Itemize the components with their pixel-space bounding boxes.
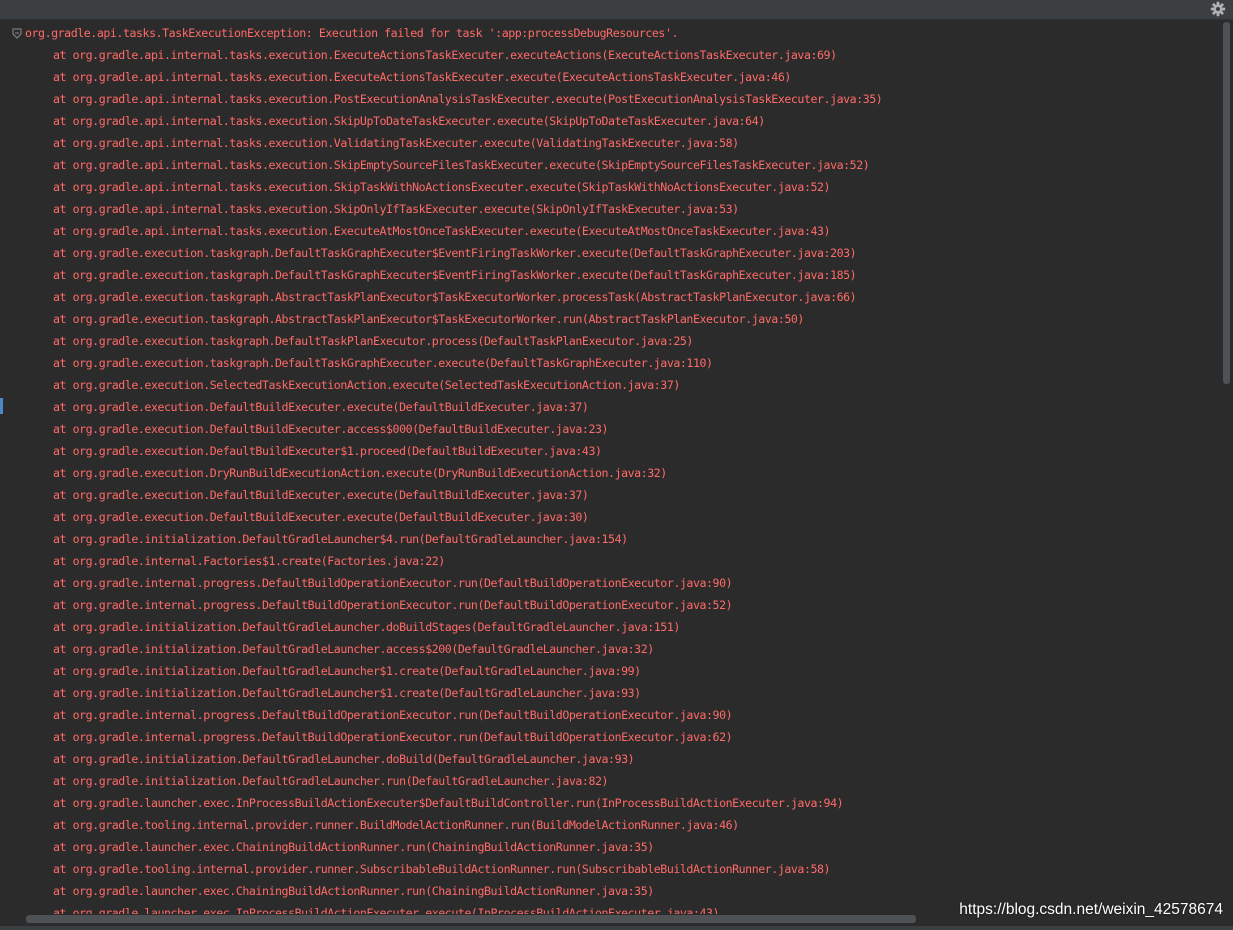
stack-trace-line[interactable]: at org.gradle.launcher.exec.InProcessBui… [53,792,844,814]
console-output[interactable]: org.gradle.api.tasks.TaskExecutionExcept… [10,20,1220,914]
ide-console-window: org.gradle.api.tasks.TaskExecutionExcept… [0,0,1233,930]
stack-trace-line[interactable]: at org.gradle.execution.DefaultBuildExec… [53,506,589,528]
horizontal-scrollbar-thumb[interactable] [26,915,916,923]
console-toolbar [0,0,1233,20]
exception-message-line: org.gradle.api.tasks.TaskExecutionExcept… [25,26,679,40]
stack-trace-line[interactable]: at org.gradle.api.internal.tasks.executi… [53,198,739,220]
editor-gutter [0,20,10,930]
settings-button[interactable] [1210,1,1226,17]
stack-trace-line[interactable]: at org.gradle.execution.taskgraph.Defaul… [53,330,693,352]
stack-trace-line[interactable]: at org.gradle.api.internal.tasks.executi… [53,220,831,242]
stack-trace-line[interactable]: at org.gradle.execution.DefaultBuildExec… [53,484,589,506]
stack-trace-line[interactable]: at org.gradle.execution.SelectedTaskExec… [53,374,680,396]
stack-trace-line[interactable]: at org.gradle.api.internal.tasks.executi… [53,88,883,110]
stack-trace-line[interactable]: at org.gradle.launcher.exec.ChainingBuil… [53,836,654,858]
stack-trace-line[interactable]: at org.gradle.internal.Factories$1.creat… [53,550,445,572]
stack-trace-line[interactable]: at org.gradle.initialization.DefaultGrad… [53,638,654,660]
stack-trace-line[interactable]: at org.gradle.api.internal.tasks.executi… [53,44,837,66]
stack-trace-line[interactable]: at org.gradle.api.internal.tasks.executi… [53,154,870,176]
stack-trace-line[interactable]: at org.gradle.initialization.DefaultGrad… [53,528,628,550]
fold-toggle-icon[interactable] [12,28,22,40]
stack-trace-line[interactable]: at org.gradle.execution.taskgraph.Defaul… [53,264,857,286]
stack-trace-line[interactable]: at org.gradle.api.internal.tasks.executi… [53,176,831,198]
stack-trace-line[interactable]: at org.gradle.execution.taskgraph.Abstra… [53,286,857,308]
stack-trace-line[interactable]: at org.gradle.execution.DefaultBuildExec… [53,440,602,462]
stack-trace-line[interactable]: at org.gradle.internal.progress.DefaultB… [53,704,733,726]
vertical-scrollbar-thumb[interactable] [1223,22,1230,384]
stack-trace-line[interactable]: at org.gradle.launcher.exec.ChainingBuil… [53,880,654,902]
bottom-border [0,926,1233,930]
stack-trace-line[interactable]: at org.gradle.api.internal.tasks.executi… [53,66,791,88]
stack-trace-line[interactable]: at org.gradle.initialization.DefaultGrad… [53,770,609,792]
gutter-line-marker [0,398,3,414]
stack-trace-line[interactable]: at org.gradle.execution.taskgraph.Defaul… [53,242,857,264]
stack-trace-line[interactable]: at org.gradle.initialization.DefaultGrad… [53,748,635,770]
stack-trace-line[interactable]: at org.gradle.initialization.DefaultGrad… [53,682,641,704]
stack-trace-line[interactable]: at org.gradle.execution.taskgraph.Defaul… [53,352,713,374]
stack-trace-line[interactable]: at org.gradle.internal.progress.DefaultB… [53,726,733,748]
stack-trace-line[interactable]: at org.gradle.initialization.DefaultGrad… [53,616,680,638]
stack-trace-line[interactable]: at org.gradle.execution.DefaultBuildExec… [53,418,609,440]
stack-trace-line[interactable]: at org.gradle.internal.progress.DefaultB… [53,594,733,616]
stack-trace-line[interactable]: at org.gradle.api.internal.tasks.executi… [53,132,739,154]
stack-trace-line[interactable]: at org.gradle.api.internal.tasks.executi… [53,110,765,132]
stack-trace-line[interactable]: at org.gradle.internal.progress.DefaultB… [53,572,733,594]
stack-trace-line[interactable]: at org.gradle.launcher.exec.InProcessBui… [53,902,720,914]
stack-trace-line[interactable]: at org.gradle.execution.taskgraph.Abstra… [53,308,804,330]
gear-icon [1210,1,1226,17]
stack-trace-line[interactable]: at org.gradle.tooling.internal.provider.… [53,814,739,836]
stack-trace-line[interactable]: at org.gradle.initialization.DefaultGrad… [53,660,641,682]
stack-trace-line[interactable]: at org.gradle.execution.DryRunBuildExecu… [53,462,667,484]
stack-trace-line[interactable]: at org.gradle.execution.DefaultBuildExec… [53,396,589,418]
watermark-url: https://blog.csdn.net/weixin_42578674 [959,901,1223,918]
stack-trace-line[interactable]: at org.gradle.tooling.internal.provider.… [53,858,831,880]
